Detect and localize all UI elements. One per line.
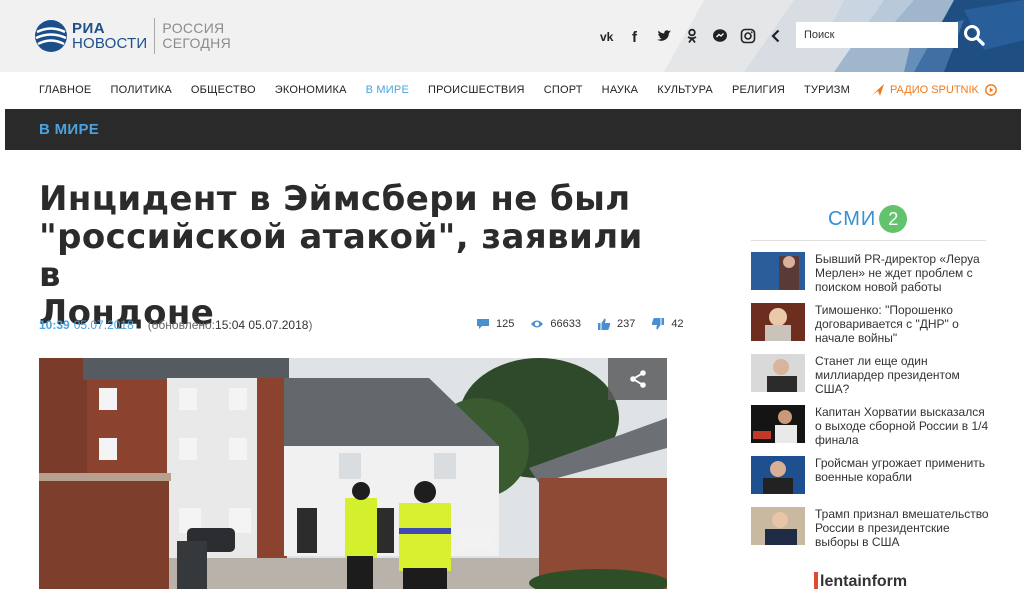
- smi2-text: СМИ: [828, 207, 877, 230]
- thumbs-up-icon: [597, 318, 611, 330]
- views-stat: 66633: [530, 318, 581, 330]
- nav-item-ekonomika[interactable]: ЭКОНОМИКА: [275, 84, 347, 96]
- news-headline: Гройсман угрожает применить военные кора…: [815, 456, 986, 484]
- updated-value: 15:04 05.07.2018: [215, 318, 309, 332]
- logo-novosti-text: НОВОСТИ: [72, 35, 148, 52]
- vk-icon[interactable]: vk: [596, 24, 620, 48]
- sidebar-news-item[interactable]: Тимошенко: "Порошенко договаривается с "…: [751, 303, 991, 345]
- nav-item-politika[interactable]: ПОЛИТИКА: [110, 84, 171, 96]
- lentainform-text: lentainform: [820, 573, 908, 589]
- play-icon: [984, 84, 997, 96]
- article-stats: 125 66633 237 42: [460, 318, 684, 330]
- article-title-line-1: Инцидент в Эймсбери не был: [39, 179, 631, 219]
- thumbs-down-icon: [652, 318, 665, 330]
- nav-item-obshchestvo[interactable]: ОБЩЕСТВО: [191, 84, 256, 96]
- smi2-number: 2: [879, 205, 908, 233]
- nav-item-kultura[interactable]: КУЛЬТУРА: [657, 84, 713, 96]
- comments-count: 125: [496, 318, 515, 330]
- twitter-icon[interactable]: [652, 24, 676, 48]
- radio-sputnik-link[interactable]: РАДИО SPUTNIK: [871, 83, 997, 97]
- section-title[interactable]: В МИРЕ: [39, 121, 99, 138]
- lentainform-logo[interactable]: lentainform: [814, 572, 907, 589]
- sidebar-divider: [751, 240, 986, 241]
- social-links: vk f: [596, 24, 792, 48]
- facebook-icon[interactable]: f: [624, 24, 648, 48]
- logo-divider: [154, 18, 156, 54]
- updated-prefix: (обновлено:: [147, 318, 216, 332]
- share-icon: [629, 370, 646, 388]
- nav-item-nauka[interactable]: НАУКА: [602, 84, 639, 96]
- page: { "header": { "logo_ria_line1": "РИА", "…: [0, 0, 1024, 589]
- dislikes-stat[interactable]: 42: [651, 318, 684, 330]
- news-thumbnail: [751, 405, 805, 443]
- publish-date[interactable]: 05.07.2018: [74, 318, 134, 332]
- article-photo-scene: [39, 358, 667, 589]
- main-nav: ГЛАВНОЕ ПОЛИТИКА ОБЩЕСТВО ЭКОНОМИКА В МИ…: [0, 72, 1024, 108]
- chevron-left-icon[interactable]: [764, 24, 788, 48]
- publish-time: 10:39: [39, 318, 70, 332]
- news-thumbnail: [751, 354, 805, 392]
- news-thumbnail: [751, 252, 805, 290]
- nav-item-glavnoe[interactable]: ГЛАВНОЕ: [39, 84, 91, 96]
- logo-segodnya-text: СЕГОДНЯ: [162, 35, 231, 51]
- nav-item-sport[interactable]: СПОРТ: [544, 84, 583, 96]
- likes-stat[interactable]: 237: [597, 318, 635, 330]
- comments-stat[interactable]: 125: [476, 318, 514, 330]
- news-headline: Трамп признал вмешательство России в пре…: [815, 507, 989, 549]
- ria-globe-icon: [35, 20, 67, 52]
- news-headline: Капитан Хорватии высказался о выходе сбо…: [815, 405, 989, 447]
- radio-arrow-icon: [871, 84, 884, 96]
- article-meta: 10:39 05.07.2018 (обновлено: 15:04 05.07…: [39, 318, 312, 332]
- sidebar-news-item[interactable]: Гройсман угрожает применить военные кора…: [751, 456, 991, 498]
- article-photo[interactable]: [39, 358, 667, 589]
- logo-ria-text: РИА: [72, 20, 106, 37]
- news-headline: Станет ли еще один миллиардер президенто…: [815, 354, 960, 396]
- nav-item-proisshestviya[interactable]: ПРОИСШЕСТВИЯ: [428, 84, 525, 96]
- eye-icon: [531, 320, 544, 328]
- dislikes-count: 42: [671, 318, 684, 330]
- sidebar-news-item[interactable]: Капитан Хорватии высказался о выходе сбо…: [751, 405, 991, 447]
- nav-item-turizm[interactable]: ТУРИЗМ: [804, 84, 850, 96]
- instagram-icon[interactable]: [736, 24, 760, 48]
- lentainform-bar-icon: [814, 572, 818, 589]
- search-icon[interactable]: [962, 23, 986, 47]
- messenger-icon[interactable]: [708, 24, 732, 48]
- sidebar-news-item[interactable]: Трамп признал вмешательство России в пре…: [751, 507, 991, 549]
- likes-count: 237: [616, 318, 636, 330]
- news-thumbnail: [751, 456, 805, 494]
- views-count: 66633: [550, 318, 581, 330]
- share-button[interactable]: [608, 358, 667, 400]
- sidebar-news-item[interactable]: Станет ли еще один миллиардер президенто…: [751, 354, 991, 396]
- news-thumbnail: [751, 303, 805, 341]
- odnoklassniki-icon[interactable]: [680, 24, 704, 48]
- logo-rossiya-text: РОССИЯ: [162, 20, 225, 36]
- ria-logo[interactable]: РИА НОВОСТИ РОССИЯ СЕГОДНЯ: [34, 16, 231, 56]
- svg-text:f: f: [632, 29, 638, 44]
- article-title-line-2: "российской атакой", заявили в: [39, 217, 643, 295]
- top-header: РИА НОВОСТИ РОССИЯ СЕГОДНЯ vk f: [0, 0, 1024, 72]
- news-thumbnail: [751, 507, 805, 545]
- nav-item-v-mire[interactable]: В МИРЕ: [366, 84, 409, 96]
- news-headline: Бывший PR-директор «Леруа Мерлен» не жде…: [815, 252, 980, 294]
- news-headline: Тимошенко: "Порошенко договаривается с "…: [815, 303, 959, 345]
- radio-sputnik-label: РАДИО SPUTNIK: [889, 84, 979, 96]
- svg-text:vk: vk: [600, 30, 614, 44]
- nav-item-religiya[interactable]: РЕЛИГИЯ: [732, 84, 785, 96]
- updated-suffix: ): [308, 318, 313, 332]
- smi2-logo[interactable]: СМИ 2: [828, 205, 908, 233]
- comment-icon: [477, 319, 489, 329]
- search-input[interactable]: [796, 22, 958, 48]
- sidebar-news-item[interactable]: Бывший PR-директор «Леруа Мерлен» не жде…: [751, 252, 991, 294]
- article-title: Инцидент в Эймсбери не был "российской а…: [39, 180, 659, 332]
- section-bar: В МИРЕ: [5, 109, 1021, 150]
